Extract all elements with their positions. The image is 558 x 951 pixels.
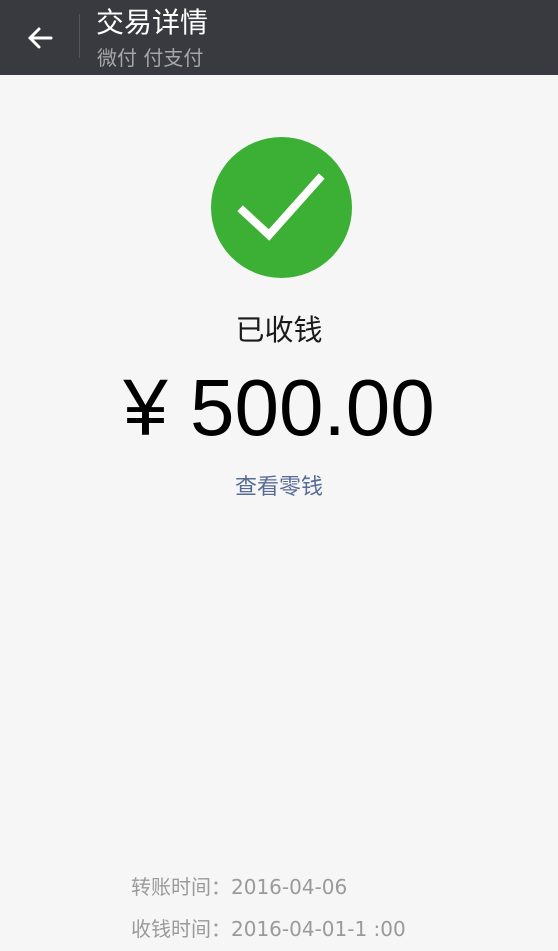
view-change-link[interactable]: 查看零钱	[0, 470, 558, 506]
top-bar: 交易详情 微付 付支付	[0, 0, 558, 75]
transfer-time-label: 转账时间：	[131, 875, 231, 899]
transaction-detail-screen: 交易详情 微付 付支付 已收钱 ¥ 500.00 查看零钱 转账时间：2016-…	[0, 0, 558, 951]
header-divider	[79, 14, 80, 58]
transfer-time-row: 转账时间：2016-04-06	[131, 872, 347, 902]
receive-time-value: 2016-04-01-1 :00	[231, 917, 406, 941]
page-subtitle: 微付 付支付	[97, 46, 204, 70]
amount-value: ¥ 500.00	[123, 363, 435, 452]
status-label: 已收钱	[235, 313, 323, 347]
transfer-time-value: 2016-04-06	[231, 875, 348, 899]
back-button[interactable]	[14, 14, 66, 62]
receive-time-label: 收钱时间：	[131, 917, 231, 941]
receive-time-row: 收钱时间：2016-04-01-1 :00	[131, 914, 406, 944]
success-badge	[211, 137, 352, 278]
arrow-left-icon	[28, 27, 53, 49]
checkmark-icon	[237, 173, 325, 241]
page-title: 交易详情	[96, 6, 209, 39]
